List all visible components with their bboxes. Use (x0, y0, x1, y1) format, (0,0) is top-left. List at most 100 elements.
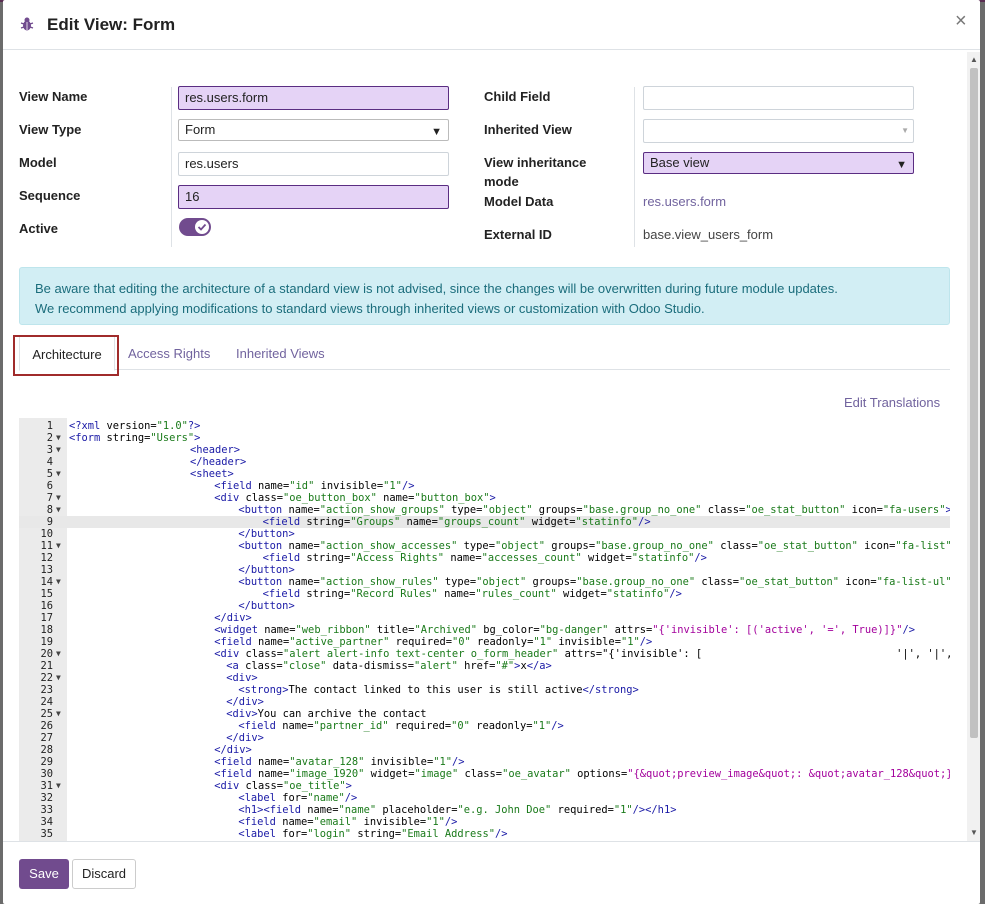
code-line[interactable]: 2 ▼ <form string="Users"> (19, 432, 950, 444)
code-line[interactable]: 15 <field string="Record Rules" name="rul… (19, 588, 950, 600)
code-text: <label for="login" string="Email Address… (238, 828, 508, 840)
code-line[interactable]: 4 </header> (19, 456, 950, 468)
code-text: <div>You can archive the contact (226, 708, 427, 720)
fold-arrow-icon[interactable]: ▼ (56, 468, 61, 480)
view-name-label: View Name (19, 89, 88, 104)
child-field-input[interactable] (643, 86, 914, 110)
inheritance-mode-select[interactable]: Base view ▼ (643, 152, 914, 174)
code-line[interactable]: 6 <field name="id" invisible="1"/> (19, 480, 950, 492)
code-line[interactable]: 20 ▼ <div class="alert alert-info text-cen… (19, 648, 950, 660)
code-line[interactable]: 32 <label for="name"/> (19, 792, 950, 804)
tab-inherited-views[interactable]: Inherited Views (236, 335, 325, 369)
sequence-field[interactable]: 16 (178, 185, 449, 209)
chevron-down-icon: ▼ (431, 126, 442, 138)
code-line[interactable]: 14 ▼ <button name="action_show_rules" type… (19, 576, 950, 588)
active-toggle[interactable] (179, 218, 211, 236)
code-text: <?xml version="1.0"?> (69, 420, 201, 432)
tab-access-rights[interactable]: Access Rights (128, 335, 210, 369)
code-line[interactable]: 34 <field name="email" invisible="1"/> (19, 816, 950, 828)
inheritance-mode-label: View inheritance (484, 155, 587, 170)
code-line[interactable]: 29 <field name="avatar_128" invisible="1"… (19, 756, 950, 768)
notebook-tabs: Architecture Access Rights Inherited Vie… (19, 335, 950, 371)
fold-arrow-icon[interactable]: ▼ (56, 504, 61, 516)
line-number: 27 (40, 732, 53, 744)
line-number: 4 (46, 456, 53, 468)
fold-arrow-icon[interactable]: ▼ (56, 648, 61, 660)
bug-icon (20, 17, 34, 31)
line-number: 18 (40, 624, 53, 636)
chevron-down-icon: ▼ (901, 126, 909, 135)
line-number: 19 (40, 636, 53, 648)
view-name-field[interactable]: res.users.form (178, 86, 449, 110)
model-data-link[interactable]: res.users.form (643, 194, 726, 209)
code-line[interactable]: 24 </div> (19, 696, 950, 708)
fold-arrow-icon[interactable]: ▼ (56, 672, 61, 684)
code-text: <field name="id" invisible="1"/> (214, 480, 415, 492)
code-line[interactable]: 8 ▼ <button name="action_show_groups" type… (19, 504, 950, 516)
code-line[interactable]: 12 <field string="Access Rights" name="ac… (19, 552, 950, 564)
code-line[interactable]: 10 </button> (19, 528, 950, 540)
line-number: 24 (40, 696, 53, 708)
code-line[interactable]: 13 </button> (19, 564, 950, 576)
close-icon[interactable]: × (955, 11, 967, 31)
line-number: 32 (40, 792, 53, 804)
code-text: <widget name="web_ribbon" title="Archive… (214, 624, 915, 636)
fold-arrow-icon[interactable]: ▼ (56, 444, 61, 456)
fold-arrow-icon[interactable]: ▼ (56, 780, 61, 792)
fold-arrow-icon[interactable]: ▼ (56, 540, 61, 552)
line-number: 9 (46, 516, 53, 528)
external-id-label: External ID (484, 227, 552, 242)
inherited-view-field[interactable]: ▼ (643, 119, 914, 143)
code-editor[interactable]: 1 <?xml version="1.0"?> 2 ▼ <form string="Us… (19, 418, 950, 841)
scrollbar-thumb[interactable] (970, 68, 978, 738)
code-text: <field name="email" invisible="1"/> (238, 816, 458, 828)
fold-arrow-icon[interactable]: ▼ (56, 708, 61, 720)
alert-line-1: Be aware that editing the architecture o… (35, 281, 838, 296)
code-line[interactable]: 5 ▼ <sheet> (19, 468, 950, 480)
code-line[interactable]: 17 </div> (19, 612, 950, 624)
code-text: <button name="action_show_groups" type="… (238, 504, 950, 516)
line-number: 34 (40, 816, 53, 828)
scroll-down-icon[interactable]: ▼ (970, 828, 978, 837)
code-line[interactable]: 27 </div> (19, 732, 950, 744)
code-line[interactable]: 35 <label for="login" string="Email Addre… (19, 828, 950, 840)
edit-translations-link[interactable]: Edit Translations (844, 395, 940, 410)
code-line[interactable]: 19 <field name="active_partner" required=… (19, 636, 950, 648)
line-number: 20 (40, 648, 53, 660)
view-type-select[interactable]: Form ▼ (178, 119, 449, 141)
code-text: <field name="image_1920" widget="image" … (214, 768, 950, 780)
code-line[interactable]: 11 ▼ <button name="action_show_accesses" t… (19, 540, 950, 552)
model-field[interactable]: res.users (178, 152, 449, 176)
line-number: 5 (46, 468, 53, 480)
code-line[interactable]: 7 ▼ <div class="oe_button_box" name="butto… (19, 492, 950, 504)
fold-arrow-icon[interactable]: ▼ (56, 432, 61, 444)
vertical-scrollbar[interactable]: ▲ ▼ (967, 52, 980, 841)
code-line[interactable]: 16 </button> (19, 600, 950, 612)
code-text: </div> (226, 732, 264, 744)
line-number: 3 (46, 444, 53, 456)
code-line[interactable]: 22 ▼ <div> (19, 672, 950, 684)
code-line[interactable]: 33 <h1><field name="name" placeholder="e.… (19, 804, 950, 816)
fold-arrow-icon[interactable]: ▼ (56, 492, 61, 504)
code-line[interactable]: 3 ▼ <header> (19, 444, 950, 456)
code-line[interactable]: 9 <field string="Groups" name="groups_cou… (19, 516, 950, 528)
code-line[interactable]: 23 <strong>The contact linked to this use… (19, 684, 950, 696)
code-line[interactable]: 30 <field name="image_1920" widget="image… (19, 768, 950, 780)
fold-arrow-icon[interactable]: ▼ (56, 576, 61, 588)
dialog-title: Edit View: Form (47, 15, 176, 34)
code-text: <field string="Record Rules" name="rules… (262, 588, 682, 600)
save-button[interactable]: Save (19, 859, 69, 889)
line-number: 12 (40, 552, 53, 564)
code-line[interactable]: 28 </div> (19, 744, 950, 756)
code-text: <field name="avatar_128" invisible="1"/> (214, 756, 465, 768)
column-separator-left (171, 87, 172, 247)
discard-button[interactable]: Discard (72, 859, 136, 889)
scroll-up-icon[interactable]: ▲ (970, 55, 978, 64)
code-line[interactable]: 25 ▼ <div>You can archive the contact (19, 708, 950, 720)
code-line[interactable]: 31 ▼ <div class="oe_title"> (19, 780, 950, 792)
code-line[interactable]: 26 <field name="partner_id" required="0" … (19, 720, 950, 732)
code-line[interactable]: 1 <?xml version="1.0"?> (19, 420, 950, 432)
code-line[interactable]: 21 <a class="close" data-dismiss="alert" … (19, 660, 950, 672)
model-label: Model (19, 155, 57, 170)
code-line[interactable]: 18 <widget name="web_ribbon" title="Archi… (19, 624, 950, 636)
